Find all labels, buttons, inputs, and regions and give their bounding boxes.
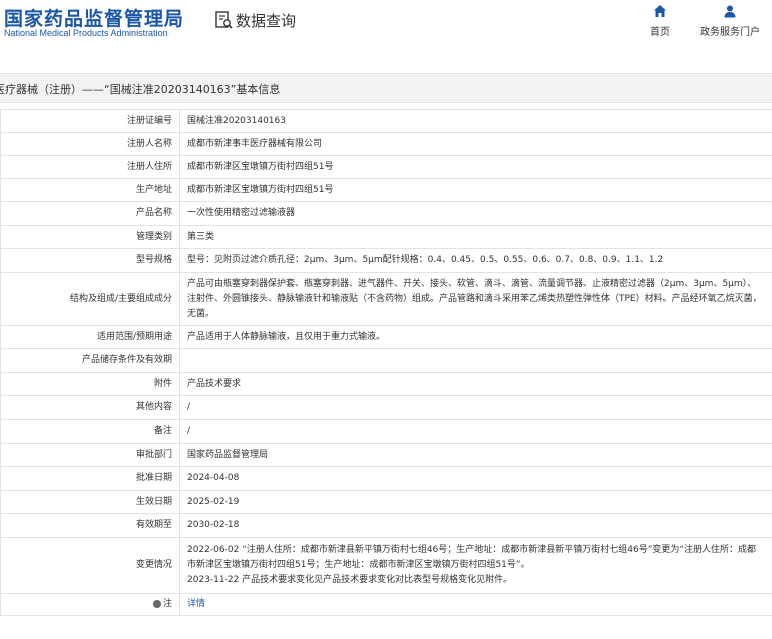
user-icon — [724, 5, 736, 18]
table-row: 适用范围/预期用途 产品适用于人体静脉输液，且仅用于重力式输液。 — [0, 325, 772, 349]
row-value: 产品可由瓶塞穿刺器保护套、瓶塞穿刺器、进气器件、开关、接头、软管、滴斗、滴管、流… — [179, 272, 772, 326]
nav-service-portal[interactable]: 政务服务门户 — [700, 4, 760, 38]
row-label: 注册人名称 — [0, 132, 180, 156]
row-value: 2030-02-18 — [179, 513, 772, 538]
row-value: 型号：见附页过滤介质孔径：2μm、3μm、5μm配针规格：0.4、0.45、0.… — [179, 248, 772, 273]
table-row-note: 注 详情 — [0, 593, 772, 616]
row-label: 附件 — [0, 372, 180, 396]
table-row: 注册人名称 成都市新津事丰医疗器械有限公司 — [0, 132, 772, 156]
section-title: 医疗器械（注册）——“国械注准20203140163”基本信息 — [0, 83, 281, 96]
row-value: 成都市新津区宝墩镇万街村四组51号 — [179, 155, 772, 179]
home-icon — [654, 5, 666, 17]
table-row: 注册人住所 成都市新津区宝墩镇万街村四组51号 — [0, 155, 772, 179]
details-link[interactable]: 详情 — [187, 599, 205, 609]
table-row: 其他内容 / — [0, 395, 772, 420]
row-label: 生效日期 — [0, 490, 180, 514]
table-row: 产品储存条件及有效期 — [0, 348, 772, 373]
row-value: 产品技术要求 — [179, 372, 772, 396]
row-value: / — [179, 419, 772, 444]
row-label: 注册人住所 — [0, 155, 180, 179]
section-header: 医疗器械（注册）——“国械注准20203140163”基本信息 — [0, 73, 772, 103]
row-label: 产品名称 — [0, 201, 180, 226]
row-value: 产品适用于人体静脉输液，且仅用于重力式输液。 — [179, 325, 772, 349]
row-label: 审批部门 — [0, 443, 180, 467]
row-value: 2022-06-02 “注册人住所：成都市新津县新平镇万街村七组46号；生产地址… — [179, 537, 772, 594]
row-value: 国械注准20203140163 — [179, 109, 772, 133]
row-value: 一次性使用精密过滤输液器 — [179, 201, 772, 226]
search-document-icon — [215, 11, 233, 29]
row-label: 适用范围/预期用途 — [0, 325, 180, 349]
page-title: 数据查询 — [236, 12, 297, 30]
table-row: 备注 / — [0, 419, 772, 444]
table-row: 注册证编号 国械注准20203140163 — [0, 109, 772, 133]
row-value: 国家药品监督管理局 — [179, 443, 772, 467]
row-label: 变更情况 — [0, 537, 180, 594]
table-row: 生产地址 成都市新津区宝墩镇万街村四组51号 — [0, 178, 772, 202]
table-row: 附件 产品技术要求 — [0, 372, 772, 396]
row-value: 详情 — [179, 593, 772, 616]
table-row: 变更情况 2022-06-02 “注册人住所：成都市新津县新平镇万街村七组46号；… — [0, 537, 772, 594]
row-label: 注 — [0, 593, 180, 616]
table-row: 批准日期 2024-04-08 — [0, 466, 772, 491]
logo-subtitle[interactable]: National Medical Products Administration — [4, 28, 168, 38]
row-label: 批准日期 — [0, 466, 180, 491]
row-value: 第三类 — [179, 225, 772, 249]
table-row: 有效期至 2030-02-18 — [0, 513, 772, 538]
row-label: 备注 — [0, 419, 180, 444]
row-label: 型号规格 — [0, 248, 180, 273]
row-value: 2025-02-19 — [179, 490, 772, 514]
row-label: 其他内容 — [0, 395, 180, 420]
row-label: 结构及组成/主要组成成分 — [0, 272, 180, 326]
row-value — [179, 348, 772, 373]
row-value: / — [179, 395, 772, 420]
row-label: 注册证编号 — [0, 109, 180, 133]
table-row: 结构及组成/主要组成成分 产品可由瓶塞穿刺器保护套、瓶塞穿刺器、进气器件、开关、接… — [0, 272, 772, 326]
row-value: 成都市新津区宝墩镇万街村四组51号 — [179, 178, 772, 202]
nav-home[interactable]: 首页 — [650, 4, 670, 38]
row-label: 管理类别 — [0, 225, 180, 249]
note-icon — [152, 599, 161, 608]
logo-title[interactable]: 国家药品监督管理局 — [4, 4, 184, 31]
table-row: 生效日期 2025-02-19 — [0, 490, 772, 514]
nav-home-label: 首页 — [650, 27, 670, 38]
row-value: 2024-04-08 — [179, 466, 772, 491]
note-label: 注 — [162, 599, 172, 609]
row-label: 有效期至 — [0, 513, 180, 538]
site-header: 国家药品监督管理局 National Medical Products Admi… — [0, 0, 772, 62]
table-row: 管理类别 第三类 — [0, 225, 772, 249]
table-row: 型号规格 型号：见附页过滤介质孔径：2μm、3μm、5μm配针规格：0.4、0.4… — [0, 248, 772, 273]
table-row: 审批部门 国家药品监督管理局 — [0, 443, 772, 467]
row-value: 成都市新津事丰医疗器械有限公司 — [179, 132, 772, 156]
table-row: 产品名称 一次性使用精密过滤输液器 — [0, 201, 772, 226]
row-label: 生产地址 — [0, 178, 180, 202]
detail-table: 注册证编号 国械注准20203140163 注册人名称 成都市新津事丰医疗器械有限公司… — [0, 109, 772, 616]
nav-service-label: 政务服务门户 — [700, 27, 760, 38]
row-label: 产品储存条件及有效期 — [0, 348, 180, 373]
